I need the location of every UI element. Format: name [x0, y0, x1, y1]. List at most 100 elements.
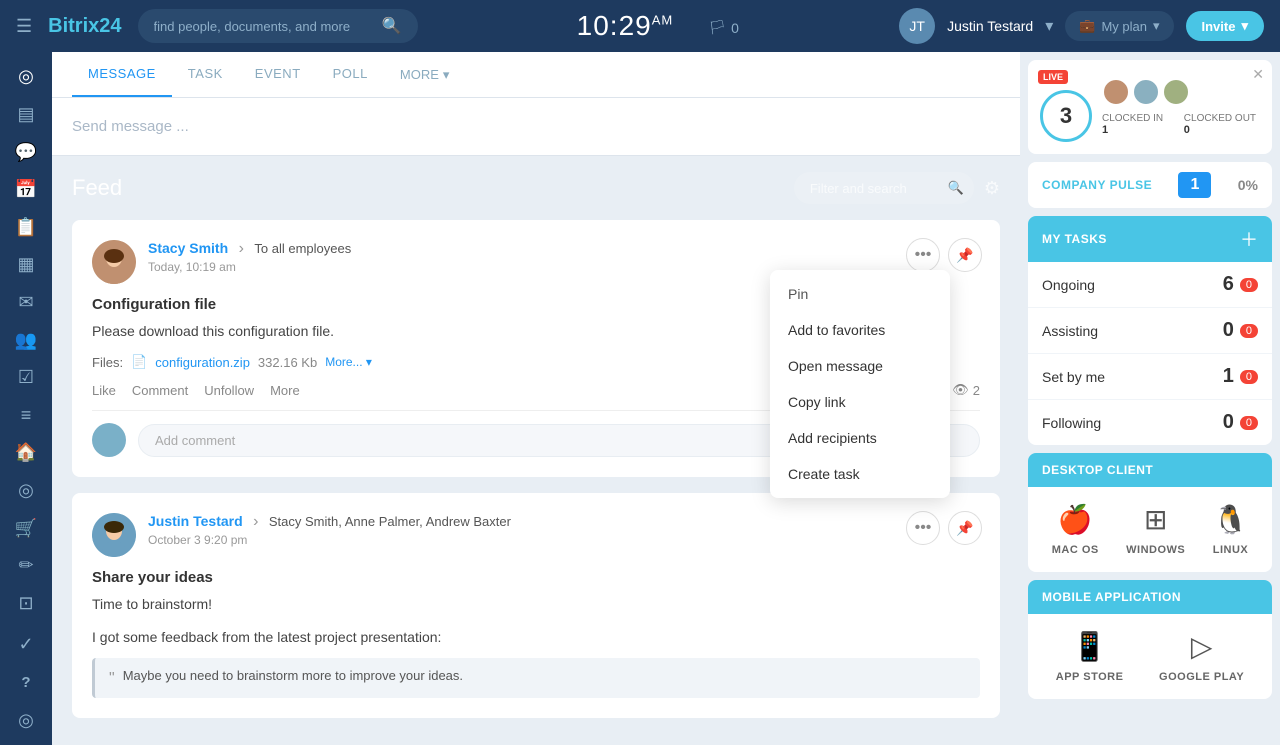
post-body-2b: I got some feedback from the latest proj…	[92, 627, 980, 648]
platform-windows[interactable]: ⊞ WINDOWS	[1126, 503, 1185, 556]
sidebar-item-chat[interactable]: 💬	[6, 135, 46, 169]
feed-settings-icon[interactable]: ⚙	[984, 178, 1000, 199]
tab-message[interactable]: MESSAGE	[72, 52, 172, 97]
sidebar-item-crm[interactable]: ▦	[6, 248, 46, 282]
post-recipient-2: Stacy Smith, Anne Palmer, Andrew Baxter	[269, 514, 511, 529]
compose-input[interactable]: Send message ...	[52, 98, 1020, 155]
hamburger-icon[interactable]: ☰	[16, 16, 32, 37]
context-menu-copy[interactable]: Copy link	[770, 384, 950, 420]
context-menu-task[interactable]: Create task	[770, 456, 950, 492]
desktop-client-header: DESKTOP CLIENT	[1028, 453, 1272, 487]
sidebar-item-calendar[interactable]: 📅	[6, 173, 46, 207]
live-avatar-1	[1102, 78, 1130, 106]
file-size-1: 332.16 Kb	[258, 355, 317, 370]
sidebar-item-storage[interactable]: ⊡	[6, 587, 46, 621]
task-following-label: Following	[1042, 415, 1101, 431]
context-menu-recipients[interactable]: Add recipients	[770, 420, 950, 456]
my-plan-button[interactable]: 💼 My plan ▾	[1065, 11, 1173, 41]
feed-header: Feed 🔍 ⚙	[72, 172, 1000, 204]
feed-title: Feed	[72, 175, 122, 201]
flag-badge: 🏳 0	[708, 19, 740, 36]
task-ongoing-badge: 0	[1240, 278, 1258, 292]
global-search-bar[interactable]: 🔍	[138, 9, 418, 43]
post-dots-button-1[interactable]: •••	[906, 238, 940, 272]
context-menu-favorites[interactable]: Add to favorites	[770, 312, 950, 348]
platform-linux[interactable]: 🐧 LINUX	[1213, 503, 1249, 556]
platform-mac[interactable]: 🍎 MAC OS	[1052, 503, 1099, 556]
file-more-1[interactable]: More... ▾	[325, 355, 372, 369]
sidebar-item-profile[interactable]: ◎	[6, 703, 46, 737]
platform-row: 🍎 MAC OS ⊞ WINDOWS 🐧 LINUX	[1028, 487, 1272, 572]
invite-button[interactable]: Invite ▾	[1186, 11, 1265, 41]
clocked-in-label: CLOCKED IN	[1102, 113, 1163, 124]
post-author-1[interactable]: Stacy Smith	[148, 240, 228, 256]
mobile-app-header: MOBILE APPLICATION	[1028, 580, 1272, 614]
tab-poll[interactable]: POLL	[317, 52, 384, 97]
plan-dropdown-icon: ▾	[1153, 18, 1160, 34]
sidebar-item-tasks[interactable]: ☑	[6, 361, 46, 395]
feed-controls: 🔍 ⚙	[794, 172, 1000, 204]
google-play-item[interactable]: ▷ GOOGLE PLAY	[1159, 630, 1244, 683]
task-following-count: 0	[1223, 411, 1234, 434]
sidebar-item-goals[interactable]: ◎	[6, 474, 46, 508]
tab-task[interactable]: TASK	[172, 52, 239, 97]
sidebar-item-shop[interactable]: 🛒	[6, 511, 46, 545]
sidebar-item-help[interactable]: ?	[6, 666, 46, 700]
sidebar-item-tasks-list[interactable]: 📋	[6, 210, 46, 244]
filter-search-bar[interactable]: 🔍	[794, 172, 974, 204]
post-title-2: Share your ideas	[92, 569, 980, 586]
more-button-1[interactable]: More	[270, 383, 300, 398]
post-author-2[interactable]: Justin Testard	[148, 513, 243, 529]
task-row-following[interactable]: Following 0 0	[1028, 400, 1272, 445]
like-button-1[interactable]: Like	[92, 383, 116, 398]
task-row-assisting[interactable]: Assisting 0 0	[1028, 308, 1272, 354]
sidebar-item-filters[interactable]: ≡	[6, 398, 46, 432]
eye-icon: 👁	[952, 382, 969, 398]
live-avatars	[1102, 78, 1260, 106]
windows-icon: ⊞	[1144, 503, 1167, 536]
my-tasks-add-button[interactable]: ＋	[1240, 226, 1258, 252]
file-name-1[interactable]: configuration.zip	[155, 355, 250, 370]
post-avatar-stacy	[92, 240, 136, 284]
tab-event[interactable]: EVENT	[239, 52, 317, 97]
app-store-icon: 📱	[1072, 630, 1107, 663]
search-input[interactable]	[154, 19, 374, 34]
views-1: 👁 2	[952, 382, 980, 398]
user-dropdown-icon[interactable]: ▾	[1045, 16, 1053, 36]
context-menu-open[interactable]: Open message	[770, 348, 950, 384]
post-arrow-icon-2: ›	[253, 513, 258, 530]
file-icon: 📄	[131, 354, 147, 370]
clocked-info: CLOCKED IN 1 CLOCKED OUT 0	[1102, 112, 1260, 136]
post-pin-button-2[interactable]: 📌	[948, 511, 982, 545]
sidebar-item-activity[interactable]: ◎	[6, 60, 46, 94]
user-name[interactable]: Justin Testard	[947, 18, 1033, 34]
sidebar-item-sign[interactable]: ✏	[6, 549, 46, 583]
post-dots-button-2[interactable]: •••	[906, 511, 940, 545]
task-ongoing-label: Ongoing	[1042, 277, 1095, 293]
sidebar-item-home[interactable]: 🏠	[6, 436, 46, 470]
tab-more[interactable]: MORE ▾	[384, 52, 466, 97]
unfollow-button-1[interactable]: Unfollow	[204, 383, 254, 398]
clocked-out-val: 0	[1184, 124, 1190, 136]
context-menu-pin[interactable]: Pin	[770, 276, 950, 312]
pulse-label: COMPANY PULSE	[1042, 178, 1152, 192]
comment-button-1[interactable]: Comment	[132, 383, 188, 398]
clocked-in-val: 1	[1102, 124, 1108, 136]
platform-linux-label: LINUX	[1213, 544, 1249, 556]
post-card-1: ••• 📌 Stacy	[72, 220, 1000, 477]
sidebar-item-check[interactable]: ✓	[6, 628, 46, 662]
sidebar-item-feed[interactable]: ▤	[6, 98, 46, 132]
sidebar-item-mail[interactable]: ✉	[6, 286, 46, 320]
topnav: ☰ Bitrix24 🔍 10:29AM 🏳 0 JT Justin Testa…	[0, 0, 1280, 52]
user-avatar[interactable]: JT	[899, 8, 935, 44]
task-row-setbyme[interactable]: Set by me 1 0	[1028, 354, 1272, 400]
app-store-item[interactable]: 📱 APP STORE	[1056, 630, 1124, 683]
task-assisting-count: 0	[1223, 319, 1234, 342]
more-chevron-icon: ▾	[443, 67, 450, 83]
close-live-icon[interactable]: ✕	[1252, 66, 1264, 83]
sidebar-item-contacts[interactable]: 👥	[6, 323, 46, 357]
post-pin-button-1[interactable]: 📌	[948, 238, 982, 272]
filter-input[interactable]	[810, 181, 940, 196]
task-row-ongoing[interactable]: Ongoing 6 0	[1028, 262, 1272, 308]
task-setbyme-count: 1	[1223, 365, 1234, 388]
